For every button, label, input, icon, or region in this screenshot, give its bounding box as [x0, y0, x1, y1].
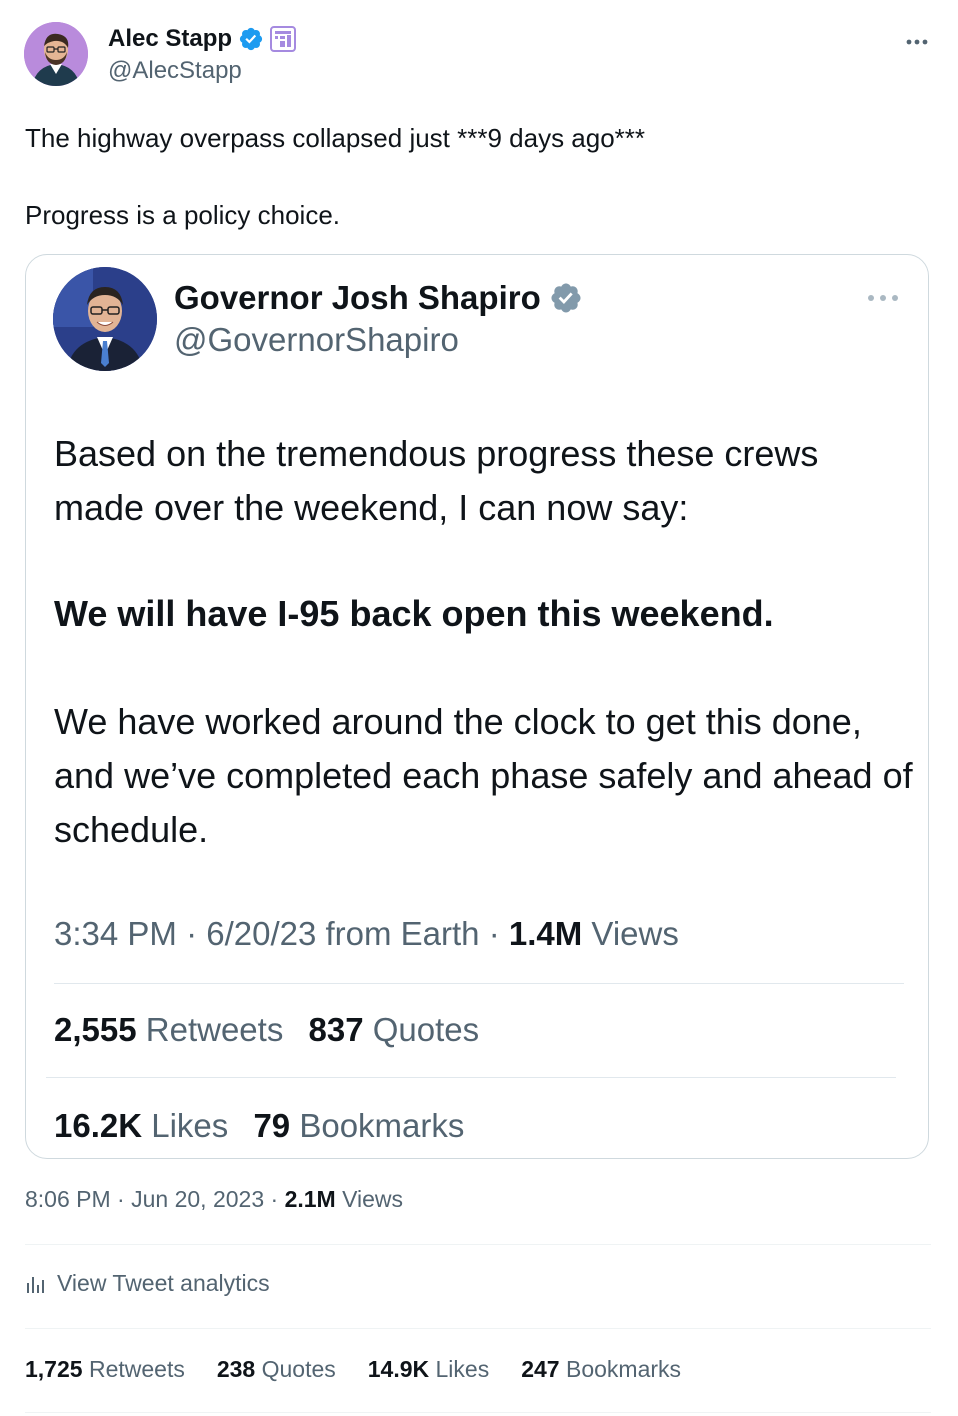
quoted-tweet-card[interactable]: Governor Josh Shapiro @GovernorShapiro B…: [25, 254, 929, 1159]
view-analytics-label: View Tweet analytics: [57, 1270, 270, 1296]
quoted-divider: [46, 1077, 896, 1078]
affiliate-badge-icon[interactable]: [270, 26, 297, 52]
tweet-engagement-row: 1,725 Retweets 238 Quotes 14.9K Likes 24…: [25, 1356, 713, 1383]
divider: [25, 1244, 931, 1245]
quoted-author-name-row: Governor Josh Shapiro: [174, 279, 583, 317]
author-avatar[interactable]: [24, 22, 88, 86]
retweets-stat[interactable]: 1,725 Retweets: [25, 1356, 185, 1383]
quoted-text-paragraph-2: We will have I-95 back open this weekend…: [54, 593, 774, 634]
tweet-meta: 8:06 PM · Jun 20, 2023 · 2.1M Views: [25, 1186, 403, 1213]
more-options-icon[interactable]: [904, 32, 930, 52]
author-handle[interactable]: @AlecStapp: [108, 57, 242, 85]
quoted-author-avatar[interactable]: [53, 267, 157, 371]
separator-dot: ·: [270, 1186, 285, 1212]
tweet-date[interactable]: Jun 20, 2023: [131, 1186, 264, 1212]
likes-stat[interactable]: 14.9K Likes: [368, 1356, 489, 1383]
quoted-author-name[interactable]: Governor Josh Shapiro: [174, 279, 541, 317]
quoted-timestamp[interactable]: 3:34 PM · 6/20/23 from Earth ·: [54, 915, 509, 952]
divider: [25, 1412, 931, 1413]
quoted-text-paragraph-1: Based on the tremendous progress these c…: [54, 433, 819, 528]
quoted-views-label: Views: [591, 915, 679, 952]
quoted-engagement-row-1: 2,555 Retweets 837 Quotes: [54, 1011, 479, 1049]
quotes-stat[interactable]: 238 Quotes: [217, 1356, 336, 1383]
separator-dot: ·: [117, 1186, 132, 1212]
tweet-text-line-1: The highway overpass collapsed just ***9…: [25, 123, 646, 153]
tweet-header: Alec Stapp @AlecStapp: [24, 22, 934, 92]
quoted-divider: [54, 983, 904, 984]
bookmarks-stat[interactable]: 247 Bookmarks: [521, 1356, 681, 1383]
tweet-views-label: Views: [342, 1186, 404, 1212]
tweet-time[interactable]: 8:06 PM: [25, 1186, 111, 1212]
quoted-likes[interactable]: 16.2K Likes: [54, 1107, 228, 1144]
tweet-views-count: 2.1M: [284, 1186, 336, 1212]
tweet-text-line-2: Progress is a policy choice.: [25, 200, 341, 230]
quoted-retweets[interactable]: 2,555 Retweets: [54, 1011, 283, 1048]
more-options-icon[interactable]: [866, 291, 900, 305]
verified-badge-icon: [239, 27, 263, 51]
quoted-meta: 3:34 PM · 6/20/23 from Earth · 1.4M View…: [54, 915, 679, 953]
quoted-author-handle[interactable]: @GovernorShapiro: [174, 321, 459, 359]
quoted-views-count: 1.4M: [508, 915, 583, 952]
quoted-bookmarks[interactable]: 79 Bookmarks: [253, 1107, 464, 1144]
quoted-engagement-row-2: 16.2K Likes 79 Bookmarks: [54, 1107, 464, 1145]
view-analytics-link[interactable]: View Tweet analytics: [25, 1270, 270, 1297]
quoted-text-paragraph-3: We have worked around the clock to get t…: [54, 701, 913, 850]
quoted-quotes[interactable]: 837 Quotes: [309, 1011, 480, 1048]
author-name-row: Alec Stapp: [108, 25, 297, 53]
author-name[interactable]: Alec Stapp: [108, 25, 232, 53]
verified-gray-badge-icon: [551, 283, 581, 313]
divider: [25, 1328, 931, 1329]
bar-chart-icon: [27, 1276, 44, 1293]
